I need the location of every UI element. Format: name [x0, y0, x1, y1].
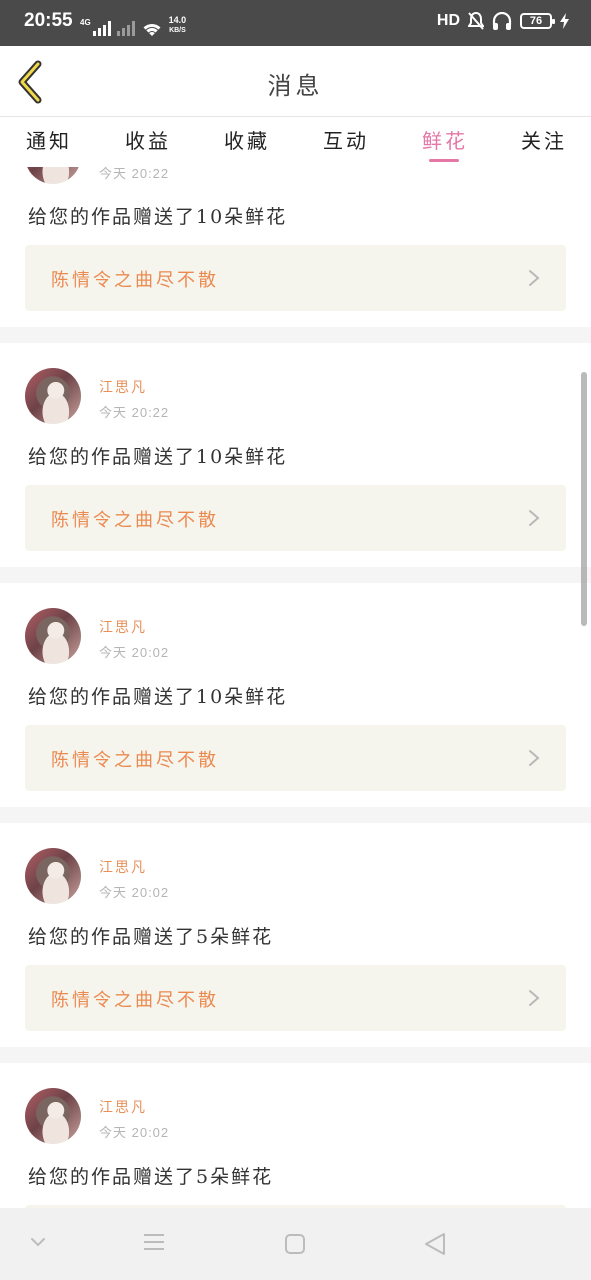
item-username[interactable]: 江思凡 — [99, 1097, 147, 1117]
item-message: 给您的作品赠送了10朵鲜花 — [28, 686, 288, 708]
item-username[interactable]: 江思凡 — [99, 857, 147, 877]
chevron-right-icon — [529, 510, 540, 526]
work-title: 陈情令之曲尽不散 — [51, 750, 219, 771]
tab-favorites[interactable]: 收藏 — [224, 125, 270, 154]
item-username[interactable]: 江思凡 — [99, 617, 147, 637]
work-link-card[interactable]: 陈情令之曲尽不散 — [25, 725, 566, 791]
tab-follows[interactable]: 关注 — [521, 125, 567, 154]
item-message: 给您的作品赠送了10朵鲜花 — [28, 446, 288, 468]
chevron-right-icon — [529, 270, 540, 286]
item-separator — [0, 327, 591, 343]
tab-interactions[interactable]: 互动 — [323, 125, 369, 154]
work-link-card[interactable]: 陈情令之曲尽不散 — [25, 485, 566, 551]
item-separator — [0, 567, 591, 583]
work-title: 陈情令之曲尽不散 — [51, 990, 219, 1011]
work-link-card[interactable]: 陈情令之曲尽不散 — [25, 245, 566, 311]
avatar[interactable] — [25, 608, 81, 664]
item-separator — [0, 807, 591, 823]
tab-bar: 通知 收益 收藏 互动 鲜花 关注 — [0, 117, 591, 167]
avatar[interactable] — [25, 848, 81, 904]
work-title: 陈情令之曲尽不散 — [51, 510, 219, 531]
system-nav-bar — [0, 1208, 591, 1280]
item-timestamp: 今天 20:22 — [99, 405, 170, 420]
chevron-right-icon — [529, 750, 540, 766]
tab-earnings[interactable]: 收益 — [125, 125, 171, 154]
tab-notifications[interactable]: 通知 — [26, 125, 72, 154]
back-triangle-icon[interactable] — [424, 1232, 446, 1256]
item-username[interactable]: 江思凡 — [99, 377, 147, 397]
avatar[interactable] — [25, 1088, 81, 1144]
active-tab-indicator — [429, 159, 459, 162]
chevron-right-icon — [529, 990, 540, 1006]
item-message: 给您的作品赠送了10朵鲜花 — [28, 206, 288, 228]
flower-message-list[interactable]: 今天 20:22 给您的作品赠送了10朵鲜花 陈情令之曲尽不散 江思凡 今天 2… — [0, 0, 591, 1280]
item-timestamp: 今天 20:02 — [99, 645, 170, 660]
chevron-down-icon[interactable] — [28, 1236, 48, 1248]
scrollbar[interactable] — [581, 372, 587, 626]
tab-flowers[interactable]: 鲜花 — [422, 125, 468, 154]
item-separator — [0, 1047, 591, 1063]
item-timestamp: 今天 20:02 — [99, 885, 170, 900]
work-title: 陈情令之曲尽不散 — [51, 270, 219, 291]
menu-icon[interactable] — [143, 1232, 165, 1252]
item-message: 给您的作品赠送了5朵鲜花 — [28, 926, 274, 948]
work-link-card[interactable]: 陈情令之曲尽不散 — [25, 965, 566, 1031]
item-timestamp: 今天 20:02 — [99, 1125, 170, 1140]
avatar[interactable] — [25, 368, 81, 424]
item-message: 给您的作品赠送了5朵鲜花 — [28, 1166, 274, 1188]
home-square-icon[interactable] — [285, 1234, 305, 1254]
